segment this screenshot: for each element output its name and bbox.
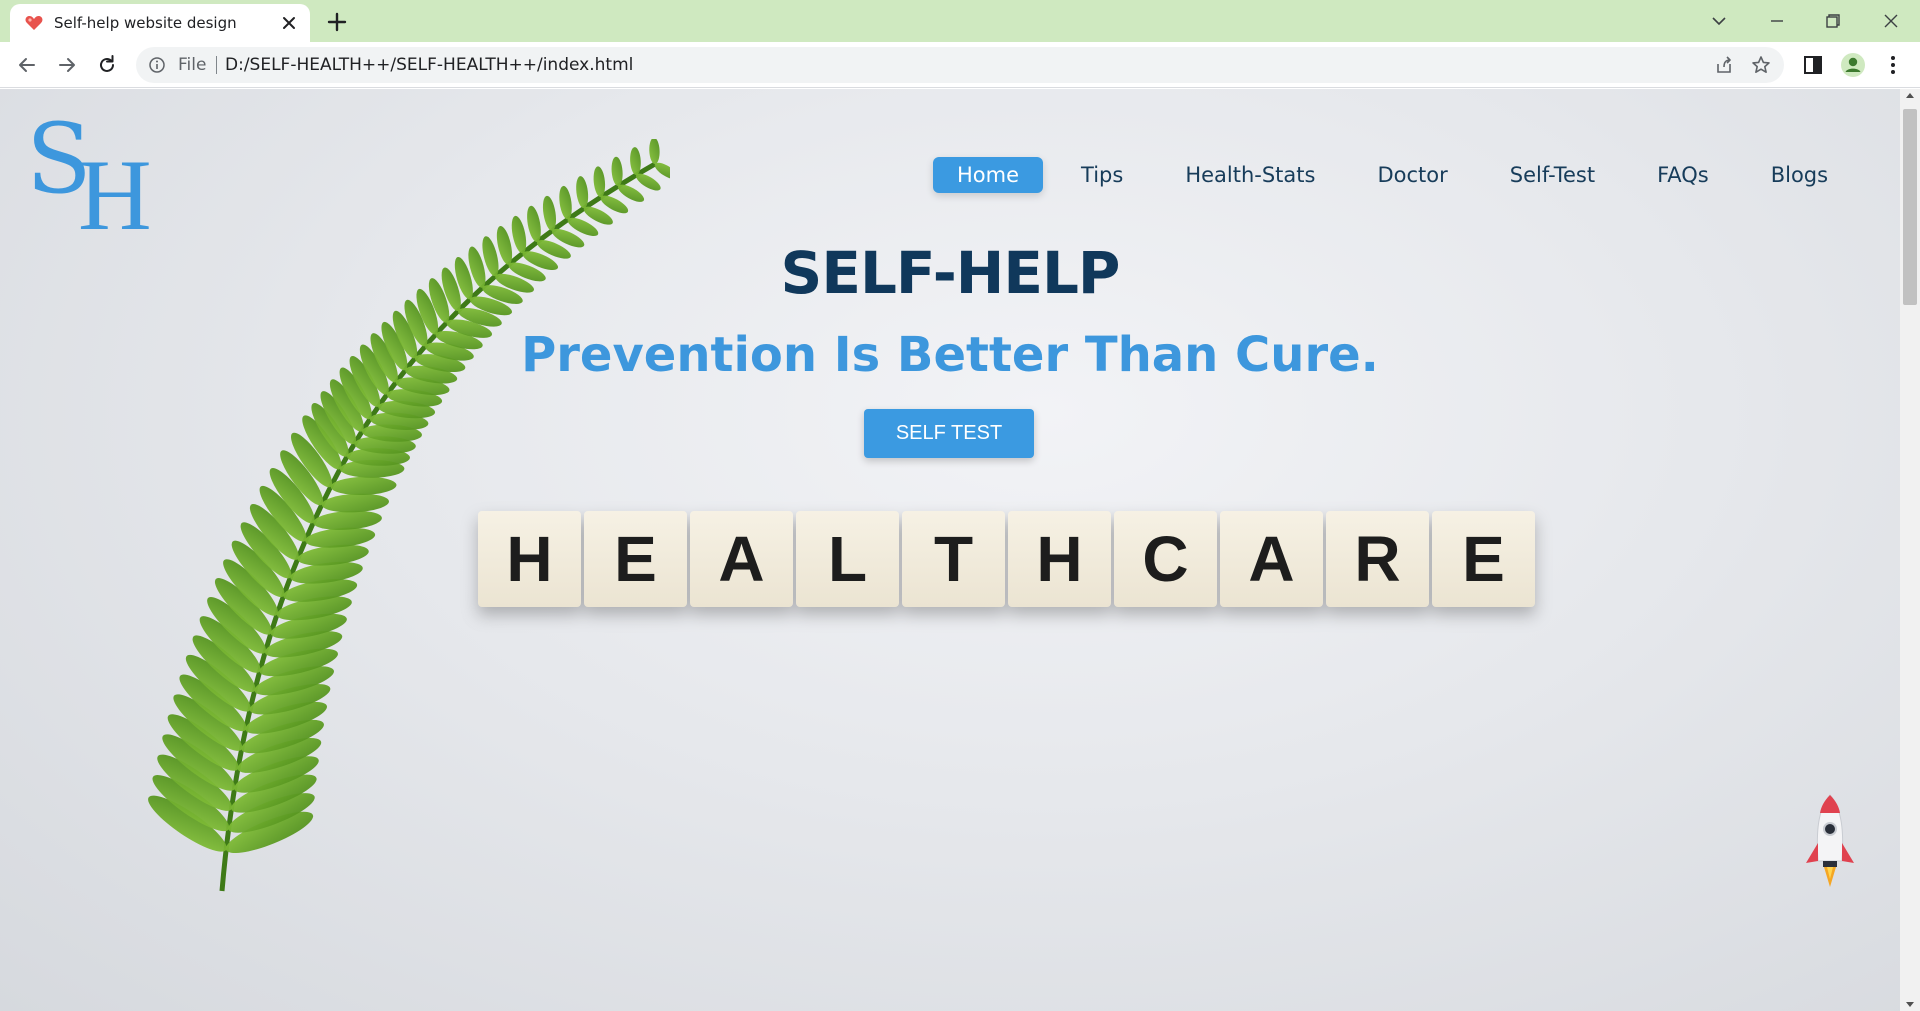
nav-health-stats[interactable]: Health-Stats [1161,157,1339,193]
browser-tab[interactable]: Self-help website design [10,4,310,42]
side-panel-icon[interactable] [1800,52,1826,78]
chevron-down-icon[interactable] [1706,8,1732,34]
letter-tile: E [584,511,687,607]
letter-tile: T [902,511,1005,607]
page-scrollbar[interactable] [1900,89,1920,1011]
self-test-button[interactable]: SELF TEST [864,409,1034,458]
letter-tile: C [1114,511,1217,607]
browser-toolbar: File D:/SELF-HEALTH++/SELF-HEALTH++/inde… [0,42,1920,88]
forward-icon[interactable] [54,52,80,78]
plus-icon[interactable] [324,9,350,35]
main-nav: Home Tips Health-Stats Doctor Self-Test … [933,155,1866,195]
site-logo[interactable]: S H [26,111,156,247]
hero-subtitle: Prevention Is Better Than Cure. [521,327,1379,383]
scroll-down-arrow[interactable] [1906,1002,1914,1007]
back-icon[interactable] [14,52,40,78]
page-viewport: S H Home Tips Health-Stats Doctor Self-T… [0,89,1900,1011]
healthcare-tiles-image: H E A L T H C A R E [478,511,1538,607]
share-icon[interactable] [1714,55,1734,75]
url-text[interactable]: D:/SELF-HEALTH++/SELF-HEALTH++/index.htm… [225,55,633,75]
restore-icon[interactable] [1820,8,1846,34]
heart-favicon-icon [25,16,43,30]
letter-tile: H [478,511,581,607]
logo-letter-h: H [78,139,152,252]
tab-title: Self-help website design [54,14,237,32]
fern-leaflet [330,476,397,496]
window-close-icon[interactable] [1878,8,1904,34]
nav-blogs[interactable]: Blogs [1747,157,1852,193]
letter-tile: A [1220,511,1323,607]
letter-tile: E [1432,511,1535,607]
nav-faqs[interactable]: FAQs [1633,157,1733,193]
info-icon[interactable] [148,56,166,74]
reload-icon[interactable] [94,52,120,78]
letter-tile: L [796,511,899,607]
scroll-up-arrow[interactable] [1906,93,1914,98]
fern-leaflet [321,493,389,513]
hero-title: SELF-HELP [780,239,1121,307]
rocket-icon[interactable] [1800,791,1860,891]
address-bar[interactable]: File D:/SELF-HEALTH++/SELF-HEALTH++/inde… [136,47,1784,83]
menu-dots-icon[interactable] [1880,52,1906,78]
profile-icon[interactable] [1840,52,1866,78]
letter-tile: R [1326,511,1429,607]
star-icon[interactable] [1750,54,1772,76]
nav-self-test[interactable]: Self-Test [1486,157,1619,193]
scroll-thumb[interactable] [1903,109,1917,305]
letter-tile: A [690,511,793,607]
tab-strip: Self-help website design [0,0,1920,42]
url-scheme-label: File [178,55,207,75]
letter-tile: H [1008,511,1111,607]
minimize-icon[interactable] [1764,8,1790,34]
fern-leaflet [649,139,660,165]
url-separator [216,56,217,74]
nav-home[interactable]: Home [933,157,1044,193]
nav-doctor[interactable]: Doctor [1353,157,1471,193]
close-icon[interactable] [278,12,300,34]
nav-tips[interactable]: Tips [1057,157,1147,193]
fern-leaflet [635,173,661,191]
